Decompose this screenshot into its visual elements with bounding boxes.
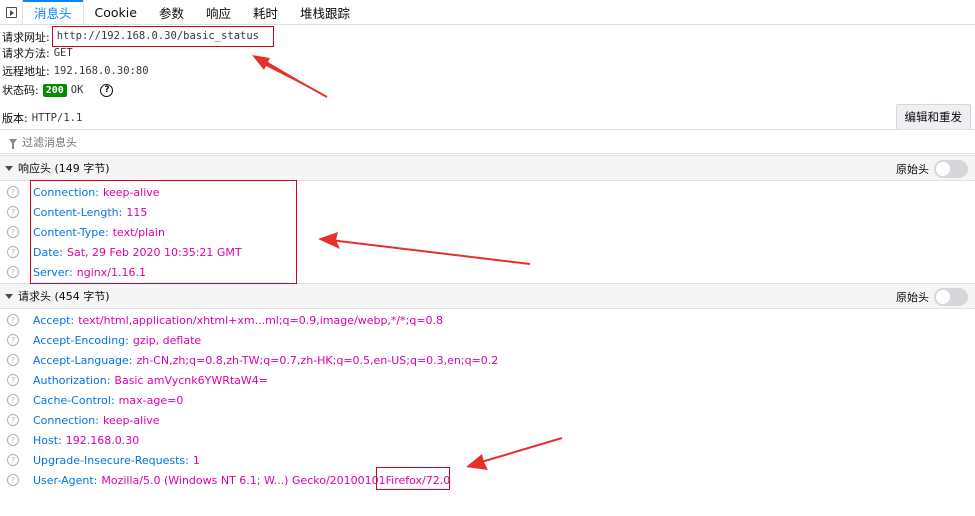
help-icon[interactable]: ? xyxy=(7,246,19,258)
header-separator: : xyxy=(58,433,62,447)
header-separator: : xyxy=(185,453,189,467)
status-text: OK xyxy=(70,84,84,96)
header-value: max-age=0 xyxy=(118,393,184,407)
filter-placeholder: 过滤消息头 xyxy=(22,135,77,149)
filter-headers-input[interactable]: 过滤消息头 xyxy=(0,129,975,154)
help-icon[interactable]: ? xyxy=(7,454,19,466)
status-code-row: 状态码: 200 OK ? xyxy=(2,82,114,98)
header-separator: : xyxy=(110,393,115,407)
raw-headers-toggle[interactable]: 原始头 xyxy=(896,160,968,178)
header-name: Upgrade-Insecure-Requests xyxy=(33,453,186,467)
help-icon[interactable]: ? xyxy=(7,206,19,218)
header-separator: : xyxy=(128,353,133,367)
status-badge: 200 xyxy=(42,83,67,97)
header-value: 192.168.0.30 xyxy=(65,433,140,447)
tab-stack-trace[interactable]: 堆栈跟踪 xyxy=(289,0,361,24)
header-name: Host xyxy=(33,433,59,447)
help-icon[interactable]: ? xyxy=(100,83,114,97)
request-url-row: 请求网址: http://192.168.0.30/basic_status xyxy=(2,26,275,47)
version-value: HTTP/1.1 xyxy=(31,112,83,124)
help-icon[interactable]: ? xyxy=(7,226,19,238)
header-value: Mozilla/5.0 (Windows NT 6.1; W...) Gecko… xyxy=(101,473,386,487)
request-method-value: GET xyxy=(53,47,73,59)
help-icon[interactable]: ? xyxy=(7,394,19,406)
help-icon[interactable]: ? xyxy=(7,266,19,278)
header-row[interactable]: ? Accept-Language: zh-CN,zh;q=0.8,zh-TW;q=… xyxy=(7,350,498,370)
raw-headers-label: 原始头 xyxy=(896,163,929,176)
raw-headers-toggle[interactable]: 原始头 xyxy=(896,288,968,306)
header-row[interactable]: ? Cache-Control: max-age=0 xyxy=(7,390,183,410)
collapse-arrow-icon[interactable] xyxy=(5,293,13,299)
header-value: zh-CN,zh;q=0.8,zh-TW;q=0.7,zh-HK;q=0.5,e… xyxy=(136,353,499,367)
version-row: 版本: HTTP/1.1 xyxy=(2,110,82,126)
help-icon[interactable]: ? xyxy=(7,414,19,426)
tab-cookies[interactable]: Cookie xyxy=(84,0,148,24)
remote-address-row: 远程地址: 192.168.0.30:80 xyxy=(2,63,149,79)
header-separator: : xyxy=(70,313,75,327)
filter-icon xyxy=(9,138,17,149)
tab-bar: 消息头 Cookie 参数 响应 耗时 堆栈跟踪 xyxy=(0,0,975,25)
header-separator: : xyxy=(106,373,111,387)
remote-address-label: 远程地址: xyxy=(2,65,50,78)
header-name: Authorization xyxy=(33,373,107,387)
help-icon[interactable]: ? xyxy=(7,474,19,486)
help-icon[interactable]: ? xyxy=(7,374,19,386)
header-name: Accept-Language xyxy=(33,353,129,367)
toggle-switch[interactable] xyxy=(934,160,968,178)
arrow-icon xyxy=(252,55,327,97)
header-separator: : xyxy=(93,473,98,487)
header-value: keep-alive xyxy=(102,413,160,427)
header-value: gzip, deflate xyxy=(132,333,202,347)
help-icon[interactable]: ? xyxy=(7,314,19,326)
arrow-icon xyxy=(318,232,340,249)
request-method-label: 请求方法: xyxy=(2,47,50,60)
header-value: text/html,application/xhtml+xm...ml;q=0.… xyxy=(78,313,444,327)
header-name: Cache-Control xyxy=(33,393,111,407)
header-separator: : xyxy=(125,333,129,347)
tab-response[interactable]: 响应 xyxy=(195,0,242,24)
request-headers-section[interactable]: 请求头 (454 字节) 原始头 xyxy=(0,283,975,309)
sidebar-toggle-icon xyxy=(5,6,17,18)
header-value: Basic amVycnk6YWRtaW4= xyxy=(114,373,268,387)
arrow-icon xyxy=(466,454,488,470)
version-label: 版本: xyxy=(2,112,28,125)
remote-address-value: 192.168.0.30:80 xyxy=(53,65,149,77)
header-row[interactable]: ? Authorization: Basic amVycnk6YWRtaW4= xyxy=(7,370,268,390)
header-row[interactable]: ? Connection: keep-alive xyxy=(7,410,160,430)
collapse-arrow-icon[interactable] xyxy=(5,165,13,171)
help-icon[interactable]: ? xyxy=(7,334,19,346)
tab-headers[interactable]: 消息头 xyxy=(22,0,84,24)
toggle-switch[interactable] xyxy=(934,288,968,306)
header-name: Accept-Encoding xyxy=(33,333,126,347)
request-method-row: 请求方法: GET xyxy=(2,45,73,61)
response-headers-section[interactable]: 响应头 (149 字节) 原始头 xyxy=(0,155,975,181)
response-headers-title: 响应头 (149 字节) xyxy=(18,162,110,175)
edit-resend-button[interactable]: 编辑和重发 xyxy=(895,104,971,130)
header-separator: : xyxy=(95,413,99,427)
header-row[interactable]: ? Upgrade-Insecure-Requests:1 xyxy=(7,450,200,470)
toggle-sidebar-button[interactable] xyxy=(0,0,22,24)
header-name: Accept xyxy=(33,313,71,327)
request-url-label: 请求网址: xyxy=(2,30,50,44)
raw-headers-label: 原始头 xyxy=(896,291,929,304)
header-row[interactable]: ? Accept-Encoding: gzip, deflate xyxy=(7,330,201,350)
status-code-label: 状态码: xyxy=(2,84,39,97)
header-row[interactable]: ? Host:192.168.0.30 xyxy=(7,430,139,450)
annotation-box xyxy=(376,467,450,490)
header-name: User-Agent xyxy=(33,473,94,487)
header-name: Connection xyxy=(33,413,96,427)
annotation-box xyxy=(30,180,297,284)
help-icon[interactable]: ? xyxy=(7,186,19,198)
request-url-value[interactable]: http://192.168.0.30/basic_status xyxy=(51,26,275,47)
header-value: 1 xyxy=(192,453,200,467)
tab-params[interactable]: 参数 xyxy=(148,0,195,24)
tab-timings[interactable]: 耗时 xyxy=(242,0,289,24)
header-row[interactable]: ? Accept: text/html,application/xhtml+xm..… xyxy=(7,310,443,330)
help-icon[interactable]: ? xyxy=(7,434,19,446)
help-icon[interactable]: ? xyxy=(7,354,19,366)
request-headers-title: 请求头 (454 字节) xyxy=(18,290,110,303)
